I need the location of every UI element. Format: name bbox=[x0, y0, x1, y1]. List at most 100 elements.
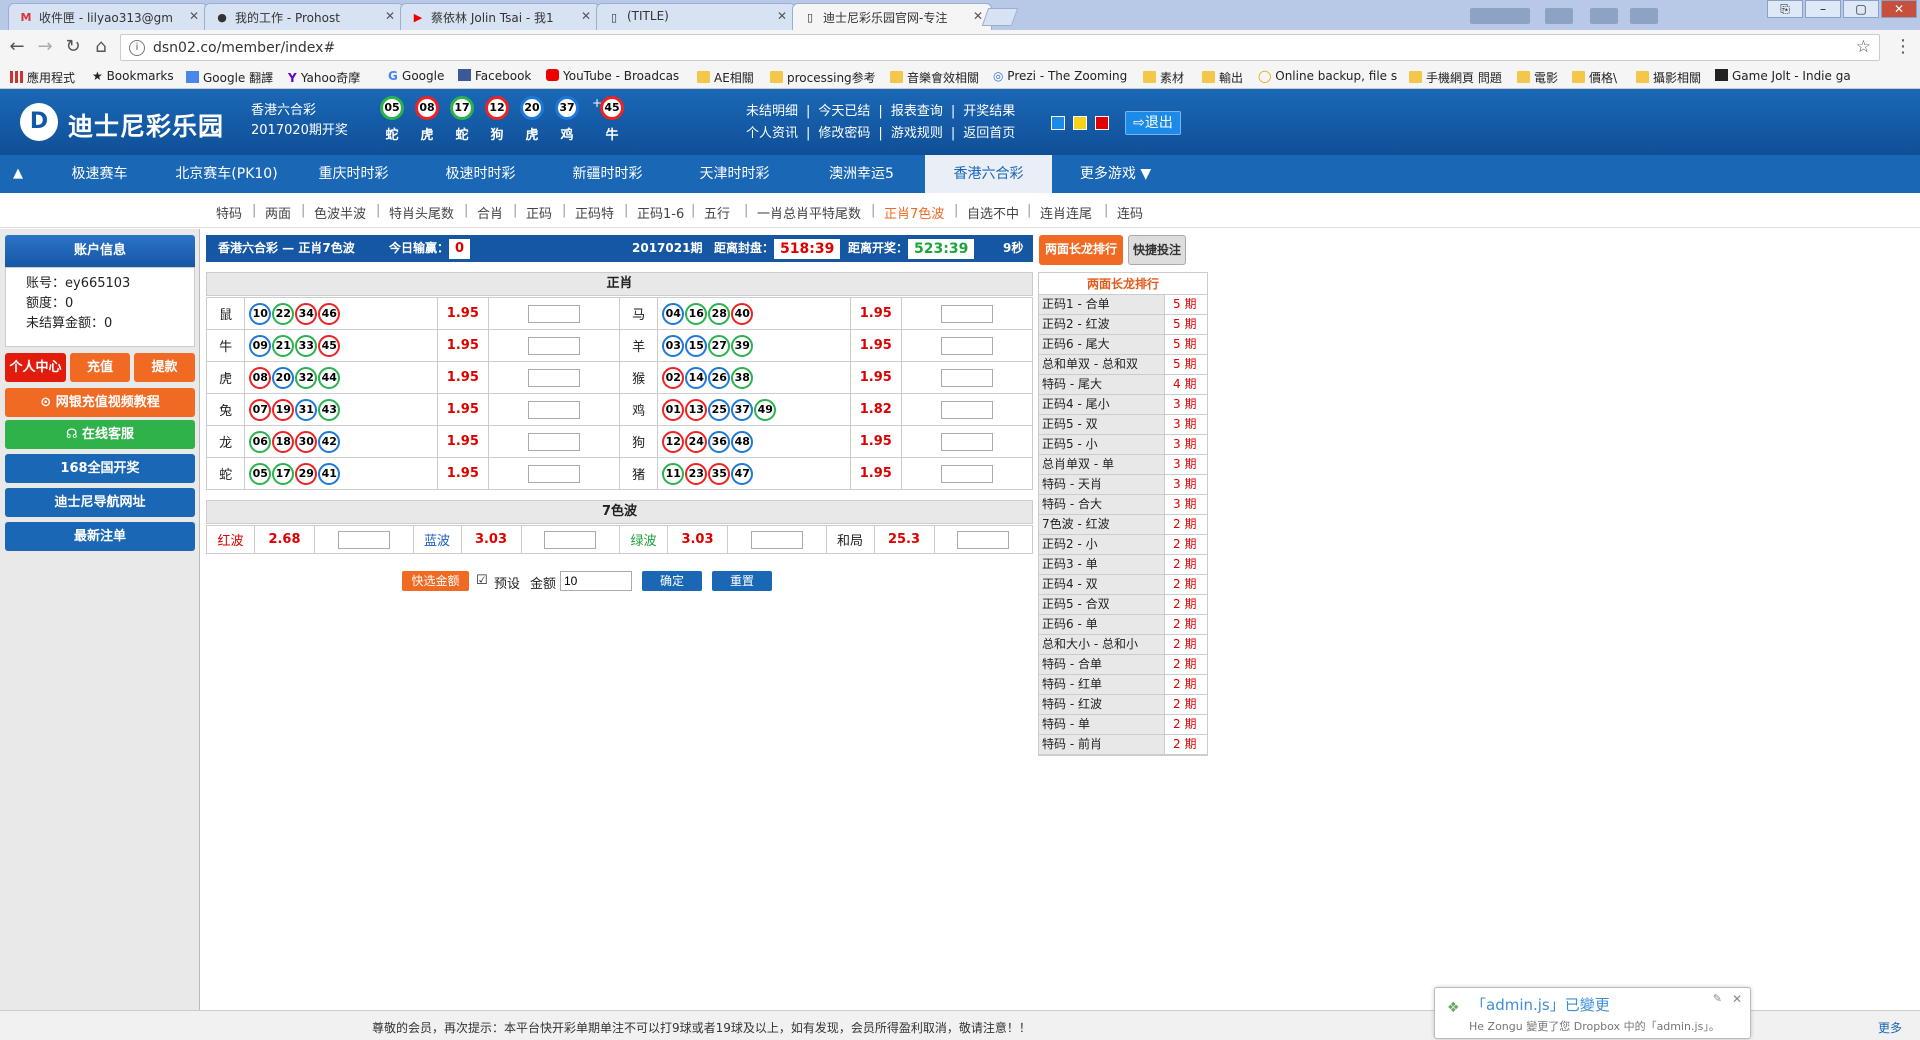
maximize-button[interactable]: ▢ bbox=[1843, 0, 1879, 18]
url-input[interactable]: i dsn02.co/member/index# ☆ bbox=[120, 34, 1880, 61]
bet-amount-input[interactable] bbox=[544, 530, 597, 549]
link-results[interactable]: 开奖结果 bbox=[963, 104, 1015, 119]
bookmark-backup[interactable]: ◯ Online backup, file s bbox=[1258, 69, 1397, 83]
deposit-button[interactable]: 充值 bbox=[70, 353, 130, 382]
nav-url-button[interactable]: 迪士尼导航网址 bbox=[5, 488, 195, 517]
collapse-up-icon[interactable]: ▲ bbox=[0, 155, 36, 193]
logout-button[interactable]: ⇨退出 bbox=[1125, 111, 1181, 135]
bookmark-gamejolt[interactable]: Game Jolt - Indie ga bbox=[1715, 69, 1851, 83]
nav-item[interactable]: 更多游戏 ▼ bbox=[1052, 155, 1179, 193]
forward-icon[interactable]: → bbox=[34, 36, 56, 58]
bookmark-movies[interactable]: 電影 bbox=[1517, 69, 1558, 86]
nav-item[interactable]: 新疆时时彩 bbox=[544, 155, 671, 193]
bookmark-google-translate[interactable]: Google 翻譯 bbox=[186, 69, 273, 86]
bet-amount-input[interactable] bbox=[527, 304, 580, 323]
subnav-item[interactable]: 正码特 bbox=[575, 203, 614, 222]
refresh-countdown[interactable]: 9秒 bbox=[1003, 235, 1023, 262]
bookmark-output[interactable]: 輸出 bbox=[1202, 69, 1243, 86]
subnav-item[interactable]: 五行 bbox=[704, 203, 730, 222]
video-tutorial-button[interactable]: ⊙ 网银充值视频教程 bbox=[5, 388, 195, 417]
reset-button[interactable]: 重置 bbox=[712, 571, 772, 591]
national-draw-button[interactable]: 168全国开奖 bbox=[5, 454, 195, 483]
bookmark-youtube[interactable]: YouTube - Broadcas bbox=[546, 69, 679, 83]
theme-red-button[interactable] bbox=[1095, 116, 1109, 130]
bet-amount-input[interactable] bbox=[750, 530, 803, 549]
online-service-button[interactable]: ☊ 在线客服 bbox=[5, 420, 195, 449]
nav-item[interactable]: 天津时时彩 bbox=[671, 155, 798, 193]
bookmark-materials[interactable]: 素材 bbox=[1143, 69, 1184, 86]
theme-yellow-button[interactable] bbox=[1073, 116, 1087, 130]
bookmark-apps[interactable]: 應用程式 bbox=[10, 69, 75, 86]
bookmark-yahoo[interactable]: Y Yahoo奇摩 bbox=[288, 69, 360, 86]
subnav-item[interactable]: 一肖总肖平特尾数 bbox=[757, 203, 861, 222]
confirm-button[interactable]: 确定 bbox=[642, 571, 702, 591]
bet-amount-input[interactable] bbox=[940, 304, 993, 323]
link-home[interactable]: 返回首页 bbox=[963, 126, 1015, 141]
bet-amount-input[interactable] bbox=[940, 432, 993, 451]
subnav-item[interactable]: 正肖7色波 bbox=[884, 203, 944, 222]
bookmark-google[interactable]: G Google bbox=[388, 69, 444, 83]
link-profile[interactable]: 个人资讯 bbox=[746, 126, 798, 141]
bet-amount-input[interactable] bbox=[527, 464, 580, 483]
bookmark-processing[interactable]: processing参考 bbox=[770, 69, 876, 86]
home-icon[interactable]: ⌂ bbox=[90, 36, 112, 58]
link-unsettled[interactable]: 未结明细 bbox=[746, 104, 798, 119]
bookmark-price[interactable]: 價格\ bbox=[1572, 69, 1617, 86]
nav-item[interactable]: 重庆时时彩 bbox=[290, 155, 417, 193]
bet-amount-input[interactable] bbox=[337, 530, 390, 549]
bookmark-sound[interactable]: 音樂會效相關 bbox=[890, 69, 979, 86]
bet-amount-input[interactable] bbox=[527, 368, 580, 387]
withdraw-button[interactable]: 提款 bbox=[134, 353, 195, 382]
preset-checkbox[interactable]: ☑ bbox=[476, 573, 488, 588]
close-notification-icon[interactable]: ✕ bbox=[1732, 992, 1742, 1006]
close-tab-icon[interactable]: ✕ bbox=[777, 9, 787, 23]
browser-tab-youtube[interactable]: ▶ 蔡依林 Jolin Tsai - 我1 ✕ bbox=[400, 3, 600, 30]
new-tab-button[interactable] bbox=[981, 8, 1019, 26]
nav-item[interactable]: 香港六合彩 bbox=[925, 155, 1052, 193]
link-today-settled[interactable]: 今天已结 bbox=[818, 104, 870, 119]
profile-button[interactable]: ⎘ bbox=[1767, 0, 1803, 18]
nav-item[interactable]: 极速赛车 bbox=[36, 155, 163, 193]
bookmark-mobile[interactable]: 手機網頁 問題 bbox=[1409, 69, 1502, 86]
quick-amount-button[interactable]: 快选金额 bbox=[402, 571, 469, 591]
subnav-item[interactable]: 正码 bbox=[526, 203, 552, 222]
link-change-password[interactable]: 修改密码 bbox=[818, 126, 870, 141]
close-window-button[interactable]: ✕ bbox=[1881, 0, 1917, 18]
link-reports[interactable]: 报表查询 bbox=[891, 104, 943, 119]
bookmark-photo[interactable]: 攝影相關 bbox=[1636, 69, 1701, 86]
subnav-item[interactable]: 连肖连尾 bbox=[1040, 203, 1092, 222]
browser-tab-disney[interactable]: ▯ 迪士尼彩乐园官网-专注 ✕ bbox=[792, 3, 992, 31]
bookmark-bookmarks[interactable]: ★ Bookmarks bbox=[92, 69, 174, 83]
browser-tab-prohost[interactable]: ● 我的工作 - Prohost ✕ bbox=[204, 3, 404, 30]
tab-quick-bet[interactable]: 快捷投注 bbox=[1128, 235, 1186, 265]
subnav-item[interactable]: 特肖头尾数 bbox=[389, 203, 454, 222]
close-tab-icon[interactable]: ✕ bbox=[581, 9, 591, 23]
bookmark-star-icon[interactable]: ☆ bbox=[1856, 37, 1871, 57]
bet-amount-input[interactable] bbox=[940, 464, 993, 483]
site-logo[interactable]: D 迪士尼彩乐园 bbox=[20, 99, 223, 143]
bet-amount-input[interactable] bbox=[940, 336, 993, 355]
nav-item[interactable]: 北京赛车(PK10) bbox=[163, 155, 290, 193]
bookmark-facebook[interactable]: Facebook bbox=[458, 69, 531, 83]
bet-amount-input[interactable] bbox=[940, 400, 993, 419]
nav-item[interactable]: 极速时时彩 bbox=[417, 155, 544, 193]
theme-blue-checkbox[interactable] bbox=[1051, 116, 1065, 130]
subnav-item[interactable]: 两面 bbox=[265, 203, 291, 222]
close-tab-icon[interactable]: ✕ bbox=[189, 9, 199, 23]
latest-bets-button[interactable]: 最新注单 bbox=[5, 522, 195, 551]
subnav-item[interactable]: 正码1-6 bbox=[637, 203, 684, 222]
bet-amount-input[interactable] bbox=[940, 368, 993, 387]
bet-amount-input[interactable] bbox=[527, 336, 580, 355]
bet-amount-input[interactable] bbox=[527, 432, 580, 451]
browser-tab-title[interactable]: ▯ (TITLE) ✕ bbox=[596, 3, 796, 30]
bet-amount-input[interactable] bbox=[957, 530, 1010, 549]
pin-icon[interactable]: ✎ bbox=[1713, 992, 1722, 1005]
subnav-item[interactable]: 特码 bbox=[216, 203, 242, 222]
bet-amount-input[interactable] bbox=[527, 400, 580, 419]
subnav-item[interactable]: 连码 bbox=[1117, 203, 1143, 222]
amount-input[interactable] bbox=[560, 571, 632, 591]
more-link[interactable]: 更多 bbox=[1878, 1019, 1902, 1036]
reload-icon[interactable]: ↻ bbox=[62, 36, 84, 58]
subnav-item[interactable]: 色波半波 bbox=[314, 203, 366, 222]
tab-long-dragon[interactable]: 两面长龙排行 bbox=[1039, 235, 1123, 265]
